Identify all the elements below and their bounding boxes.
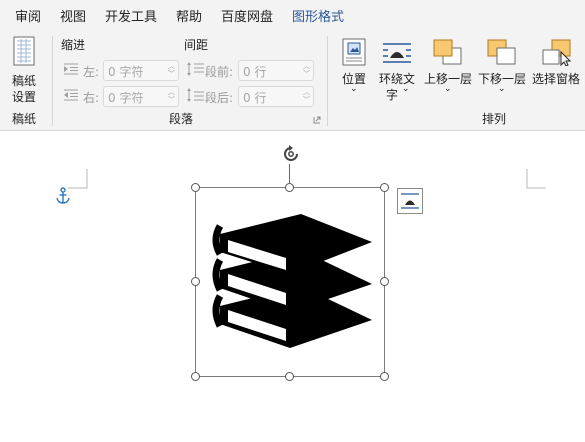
indent-left-label: 左: bbox=[83, 65, 100, 79]
manuscript-settings-button[interactable]: 稿纸 设置 bbox=[4, 34, 46, 104]
bring-forward-icon bbox=[433, 39, 462, 65]
resize-handle-bottom[interactable] bbox=[285, 372, 294, 381]
layout-options-icon bbox=[401, 193, 419, 209]
chevron-down-icon: ⌄ bbox=[402, 84, 410, 94]
margin-corner-mark bbox=[526, 169, 546, 189]
resize-handle-bottom-left[interactable] bbox=[191, 372, 200, 381]
manuscript-button-label-2: 设置 bbox=[12, 90, 37, 104]
wrap-text-icon bbox=[383, 43, 411, 63]
stack-of-books-icon bbox=[212, 214, 372, 348]
indent-right-input[interactable]: 0 字符 ︿ ﹀ bbox=[103, 86, 179, 107]
resize-handle-top-left[interactable] bbox=[191, 183, 200, 192]
document-page[interactable] bbox=[0, 131, 585, 442]
manuscript-paper-icon bbox=[13, 36, 35, 66]
wrap-text-button[interactable]: 环绕文 字 ⌄ bbox=[378, 34, 420, 104]
resize-handle-top[interactable] bbox=[285, 183, 294, 192]
resize-handle-bottom-right[interactable] bbox=[380, 372, 389, 381]
tab-shape-format[interactable]: 图形格式 bbox=[292, 6, 344, 25]
tab-developer[interactable]: 开发工具 bbox=[105, 6, 157, 25]
resize-handle-top-right[interactable] bbox=[380, 183, 389, 192]
spin-arrows-icon: ︿ ﹀ bbox=[303, 62, 310, 78]
rotate-handle-icon[interactable] bbox=[279, 142, 303, 166]
send-backward-icon bbox=[487, 39, 516, 65]
anchor-icon[interactable] bbox=[55, 187, 71, 205]
arrange-group-label: 排列 bbox=[482, 112, 507, 126]
indent-right-value: 0 字符 bbox=[108, 91, 144, 105]
menu-bar: 审阅 视图 开发工具 帮助 百度网盘 图形格式 bbox=[0, 0, 585, 30]
paragraph-group-label: 段落 bbox=[169, 112, 194, 126]
indent-title: 缩进 bbox=[61, 38, 86, 52]
bring-forward-button[interactable]: 上移一层 ⌄ bbox=[423, 34, 473, 104]
chevron-down-icon: ⌄ bbox=[498, 84, 506, 94]
selection-pane-icon bbox=[542, 39, 572, 66]
wrap-text-label-1: 环绕文 bbox=[379, 72, 416, 86]
indent-left-value: 0 字符 bbox=[108, 65, 144, 79]
tab-help[interactable]: 帮助 bbox=[176, 6, 202, 25]
spacing-before-label: 段前: bbox=[205, 65, 234, 79]
indent-right-label: 右: bbox=[83, 91, 100, 105]
tab-baidu-netdisk[interactable]: 百度网盘 bbox=[221, 6, 273, 25]
manuscript-button-label-1: 稿纸 bbox=[12, 74, 37, 88]
group-divider bbox=[52, 36, 53, 126]
manuscript-group-label: 稿纸 bbox=[12, 112, 37, 126]
wrap-text-label-2: 字 bbox=[386, 88, 399, 102]
resize-handle-right[interactable] bbox=[380, 277, 389, 286]
chevron-down-icon: ⌄ bbox=[350, 84, 358, 94]
selection-pane-label: 选择窗格 bbox=[532, 72, 581, 86]
indent-right-icon bbox=[64, 89, 78, 101]
position-icon bbox=[342, 38, 366, 66]
spacing-after-input[interactable]: 0 行 ︿ ﹀ bbox=[238, 86, 314, 107]
spin-arrows-icon: ︿ ﹀ bbox=[303, 88, 310, 104]
resize-handle-left[interactable] bbox=[191, 277, 200, 286]
image-selection-frame[interactable] bbox=[195, 187, 385, 377]
spacing-after-value: 0 行 bbox=[243, 91, 267, 105]
spacing-before-input[interactable]: 0 行 ︿ ﹀ bbox=[238, 60, 314, 81]
tab-view[interactable]: 视图 bbox=[60, 6, 86, 25]
position-button[interactable]: 位置 ⌄ bbox=[336, 34, 372, 104]
ribbon: 稿纸 设置 稿纸 缩进 间距 左: 0 字符 ︿ ﹀ 右: 0 字符 ︿ ﹀ 段前:… bbox=[0, 30, 585, 131]
layout-options-button[interactable] bbox=[397, 188, 423, 214]
spacing-title: 间距 bbox=[184, 38, 209, 52]
indent-left-input[interactable]: 0 字符 ︿ ﹀ bbox=[103, 60, 179, 81]
tab-review[interactable]: 审阅 bbox=[15, 6, 41, 25]
spacing-before-icon bbox=[187, 62, 204, 76]
group-divider bbox=[327, 36, 328, 126]
spacing-before-value: 0 行 bbox=[243, 65, 267, 79]
spacing-after-icon bbox=[187, 88, 204, 102]
indent-left-icon bbox=[64, 63, 78, 75]
spacing-after-label: 段后: bbox=[205, 91, 234, 105]
send-backward-button[interactable]: 下移一层 ⌄ bbox=[477, 34, 527, 104]
dialog-launcher-icon[interactable] bbox=[313, 116, 321, 124]
selection-pane-button[interactable]: 选择窗格 bbox=[530, 34, 585, 104]
spin-arrows-icon: ︿ ﹀ bbox=[168, 88, 175, 104]
spin-arrows-icon: ︿ ﹀ bbox=[168, 62, 175, 78]
chevron-down-icon: ⌄ bbox=[444, 84, 452, 94]
margin-corner-mark bbox=[68, 169, 88, 189]
